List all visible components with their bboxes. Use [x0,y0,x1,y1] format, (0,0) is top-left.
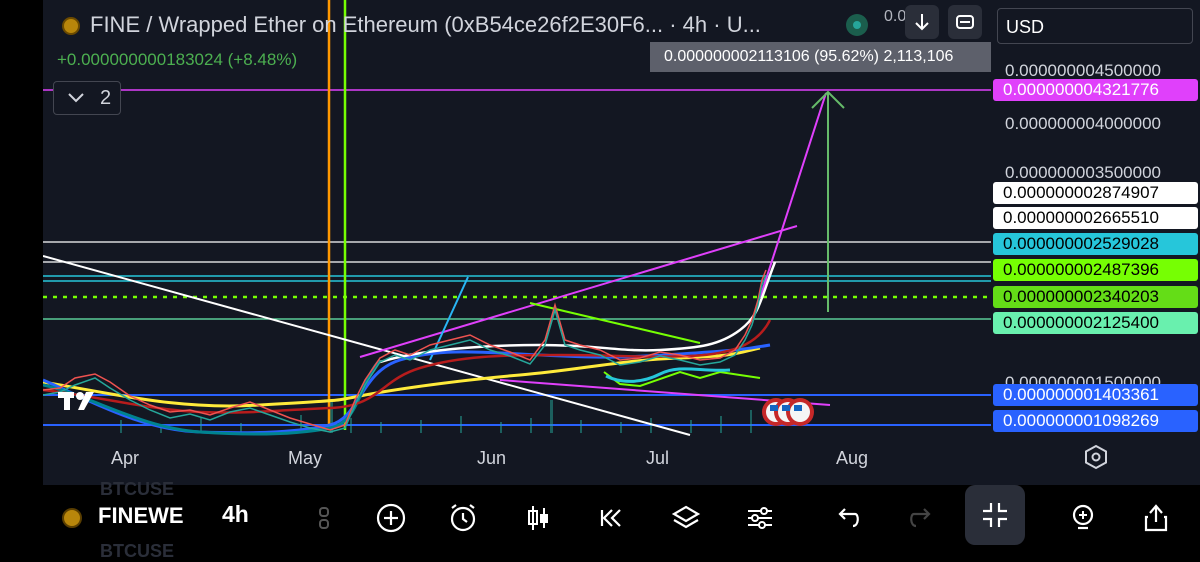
price-tick-label: 0.000000004500000 [1005,61,1161,80]
flag-markers[interactable] [762,398,814,426]
indicators-toggle[interactable]: 2 [53,81,121,115]
idea-bulb-icon[interactable] [1063,498,1103,538]
chevron-down-icon [68,93,84,103]
price-tag[interactable]: 0.000000001098269 [993,410,1198,432]
price-chart[interactable] [43,0,991,485]
symbol-name[interactable]: FINEWE [98,503,184,529]
time-label: Apr [111,448,140,468]
ghost-symbol-bottom: BTCUSE [100,541,175,561]
price-tick-label: 0.000000003500000 [1005,163,1161,182]
ghost-symbol-top: BTCUSE [100,479,175,499]
price-tag[interactable]: 0.000000002665510 [993,207,1198,229]
screenshot-button[interactable] [948,5,982,39]
bottom-toolbar: BTCUSE BTCUSE FINEWE 4h [0,479,1200,561]
currency-value: USD [1006,17,1045,37]
trading-app: FINE / Wrapped Ether on Ethereum (0xB54c… [0,0,1200,561]
price-tag[interactable]: 0.000000002529028 [993,233,1198,255]
time-label: Jun [477,448,507,468]
chart-area[interactable]: FINE / Wrapped Ether on Ethereum (0xB54c… [43,0,991,485]
time-label: Jul [646,448,670,468]
price-tag[interactable]: 0.000000002874907 [993,182,1198,204]
fullscreen-button[interactable] [965,485,1025,545]
screenshot-icon [956,15,974,29]
price-tag[interactable]: 0.000000002125400 [993,312,1198,334]
more-dots-icon[interactable] [304,498,344,538]
download-button[interactable] [905,5,939,39]
price-tag[interactable]: 0.000000002487396 [993,259,1198,281]
live-indicator-icon [846,14,868,36]
price-tick-label: 0.000000004000000 [1005,114,1161,133]
moving-averages [43,261,777,436]
header-partial-price: 0.0 [884,8,907,25]
symbol-logo-icon [62,508,82,528]
time-axis[interactable]: Apr May Jun Jul Aug [43,440,991,485]
replay-icon[interactable] [592,498,632,538]
interval-button[interactable]: 4h [222,501,249,528]
chart-title[interactable]: FINE / Wrapped Ether on Ethereum (0xB54c… [90,12,761,38]
share-icon[interactable] [1136,498,1176,538]
undo-icon[interactable] [827,498,867,538]
price-tag[interactable]: 0.000000002340203 [993,286,1198,308]
currency-select[interactable]: USD [997,8,1193,44]
indicators-count: 2 [100,86,112,109]
price-change: +0.000000000183024 (+8.48%) [57,50,298,69]
alarm-clock-icon[interactable] [443,498,483,538]
add-circle-icon[interactable] [371,498,411,538]
price-tag[interactable]: 0.000000001403361 [993,384,1198,406]
price-tag[interactable]: 0.000000004321776 [993,79,1198,101]
layers-icon[interactable] [666,498,706,538]
hexagon-settings-icon[interactable] [1083,444,1109,470]
crosshair-tooltip: 0.000000002113106 (95.62%) 2,113,106 [650,42,991,72]
time-label: May [288,448,323,468]
arrow-down-icon [915,14,929,31]
vertical-markers [327,0,347,430]
settings-sliders-icon[interactable] [740,498,780,538]
time-label: Aug [836,448,869,468]
fullscreen-icon [983,503,1007,527]
candles-icon[interactable] [518,498,558,538]
fine-token-logo-icon [62,17,80,35]
redo-icon[interactable] [902,498,942,538]
